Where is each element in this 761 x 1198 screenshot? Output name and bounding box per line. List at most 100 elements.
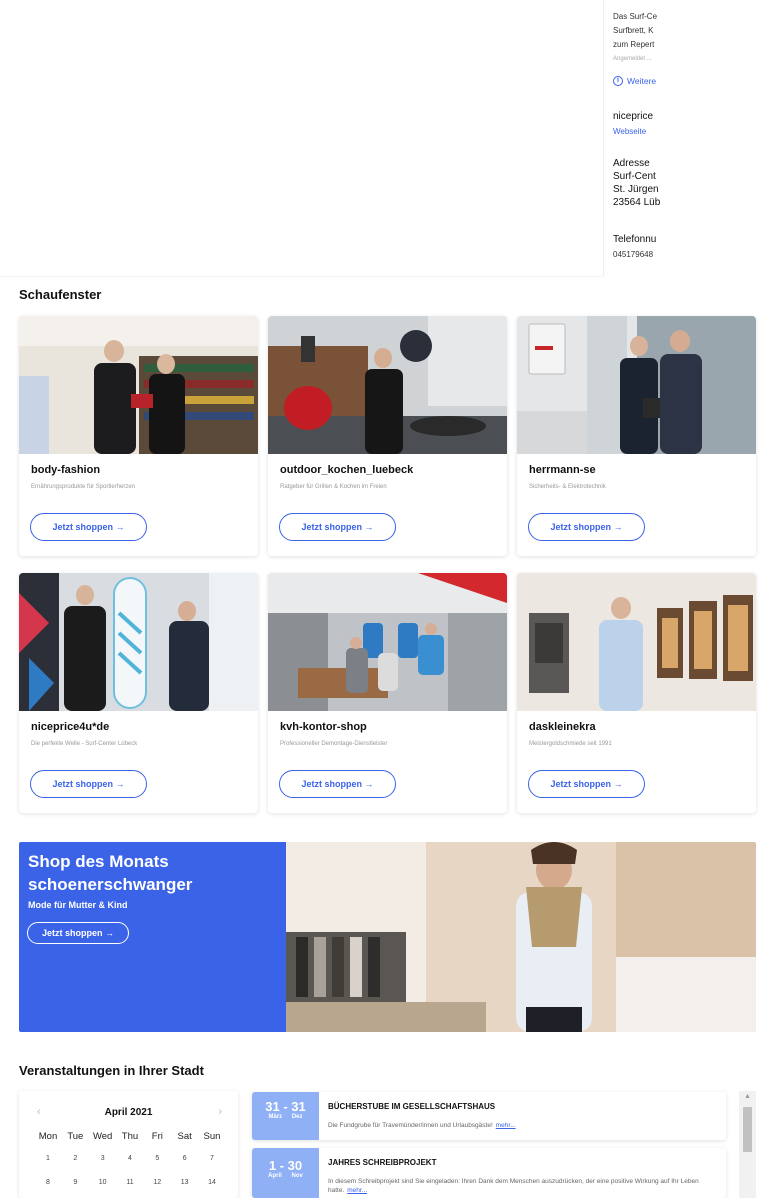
calendar-day[interactable]: 10 — [90, 1179, 116, 1186]
weekday-label: Wed — [92, 1131, 113, 1142]
event-description-text: Die Fundgrube für Travemünder/innen und … — [328, 1122, 493, 1129]
weekday-label: Sun — [203, 1131, 221, 1142]
schaufenster-heading: Schaufenster — [19, 287, 102, 302]
events-scrollbar[interactable]: ▲ — [739, 1091, 756, 1198]
events-heading: Veranstaltungen in Ihrer Stadt — [19, 1063, 204, 1078]
event-description: Die Fundgrube für Travemünder/innen und … — [328, 1121, 718, 1130]
event-date-months: März Dez — [268, 1114, 303, 1120]
event-item[interactable]: 31 - 31 März Dez BÜCHERSTUBE IM GESELLSC… — [252, 1092, 726, 1140]
banner-photo — [286, 842, 756, 1032]
shop-card[interactable]: herrmann-se Sicherheits- & Elektrotechni… — [517, 316, 756, 556]
calendar-day[interactable]: 3 — [90, 1155, 116, 1162]
calendar-day[interactable]: 2 — [62, 1155, 88, 1162]
shop-now-button[interactable]: Jetzt shoppen → — [30, 513, 147, 541]
calendar-day[interactable]: 12 — [144, 1179, 170, 1186]
address-line: Surf-Cent — [613, 171, 656, 182]
shop-tagline: Ratgeber für Grillen & Kochen im Freien — [280, 484, 387, 490]
shop-photo — [517, 573, 756, 711]
banner-shop-now-button[interactable]: Jetzt shoppen → — [27, 922, 129, 944]
scrollbar-thumb[interactable] — [743, 1107, 752, 1152]
shop-description: Das Surf-Ce Surfbrett, K zum Repert — [613, 10, 657, 52]
calendar-next-button[interactable]: › — [218, 1106, 222, 1118]
event-date-range: 1 - 30 — [268, 1158, 303, 1173]
shop-photo — [268, 316, 507, 454]
calendar-day[interactable]: 11 — [117, 1179, 143, 1186]
shop-photo — [19, 573, 258, 711]
description-line: zum Repert — [613, 40, 655, 49]
event-calendar: ‹ April 2021 › Mon Tue Wed Thu Fri Sat S… — [19, 1091, 238, 1198]
event-date-months: April Nov — [268, 1173, 303, 1179]
weekday-label: Sat — [177, 1131, 192, 1142]
weekday-label: Mon — [38, 1131, 58, 1142]
shop-card[interactable]: body-fashion Ernährungsprodukte für Spor… — [19, 316, 258, 556]
shop-name: niceprice — [613, 111, 654, 122]
shop-now-button[interactable]: Jetzt shoppen → — [528, 513, 645, 541]
shop-name[interactable]: body-fashion — [31, 464, 100, 476]
event-description: In diesem Schreibprojekt sind Sie eingel… — [328, 1177, 718, 1195]
shop-card[interactable]: niceprice4u*de Die perfekte Welle - Surf… — [19, 573, 258, 813]
shop-card[interactable]: outdoor_kochen_luebeck Ratgeber für Gril… — [268, 316, 507, 556]
phone-number[interactable]: 045179648 — [613, 250, 653, 259]
calendar-month: April 2021 — [104, 1107, 153, 1118]
event-title[interactable]: BÜCHERSTUBE IM GESELLSCHAFTSHAUS — [328, 1102, 495, 1111]
banner-text-panel: Shop des Monats schoenerschwanger Mode f… — [19, 842, 286, 1032]
address-line: St. Jürgen — [613, 184, 659, 195]
banner-title: Shop des Monats — [28, 852, 169, 871]
address-line: 23564 Lüb — [613, 197, 661, 208]
calendar-day[interactable]: 8 — [35, 1179, 61, 1186]
description-line: Surfbrett, K — [613, 26, 654, 35]
event-more-link[interactable]: mehr... — [347, 1187, 367, 1194]
event-item[interactable]: 1 - 30 April Nov JAHRES SCHREIBPROJEKT I… — [252, 1148, 726, 1198]
banner-subtitle: Mode für Mutter & Kind — [28, 900, 128, 910]
address-block: Adresse Surf-Cent St. Jürgen 23564 Lüb — [613, 157, 660, 209]
shop-name[interactable]: daskleinekra — [529, 721, 596, 733]
shop-card[interactable]: kvh-kontor-shop Professioneller Demontag… — [268, 573, 507, 813]
more-info-label: Weitere — [627, 76, 657, 86]
address-label: Adresse — [613, 158, 650, 169]
shop-of-the-month-banner[interactable]: Shop des Monats schoenerschwanger Mode f… — [19, 842, 756, 1032]
shop-tagline: Die perfekte Welle - Surf-Center Lübeck — [31, 741, 138, 747]
event-title[interactable]: JAHRES SCHREIBPROJEKT — [328, 1158, 436, 1167]
event-date-badge: 1 - 30 April Nov — [252, 1148, 319, 1198]
shop-now-button[interactable]: Jetzt shoppen → — [279, 513, 396, 541]
scroll-up-icon[interactable]: ▲ — [739, 1093, 756, 1100]
calendar-day[interactable]: 4 — [117, 1155, 143, 1162]
calendar-day[interactable]: 14 — [199, 1179, 225, 1186]
event-date-badge: 31 - 31 März Dez — [252, 1092, 319, 1140]
calendar-day[interactable]: 5 — [144, 1155, 170, 1162]
shop-photo — [517, 316, 756, 454]
shop-now-button[interactable]: Jetzt shoppen → — [279, 770, 396, 798]
weekday-label: Fri — [151, 1131, 163, 1142]
shop-tagline: Professioneller Demontage-Dienstleister — [280, 741, 388, 747]
shop-card[interactable]: daskleinekra Meistergoldschmiede seit 19… — [517, 573, 756, 813]
calendar-day[interactable]: 9 — [62, 1179, 88, 1186]
calendar-weekday-row: Mon Tue Wed Thu Fri Sat Sun — [35, 1131, 225, 1142]
calendar-day[interactable]: 6 — [172, 1155, 198, 1162]
more-info-link[interactable]: i Weitere — [613, 76, 656, 86]
shop-now-button[interactable]: Jetzt shoppen → — [528, 770, 645, 798]
calendar-day[interactable]: 13 — [172, 1179, 198, 1186]
calendar-day[interactable]: 1 — [35, 1155, 61, 1162]
shop-photo — [19, 316, 258, 454]
calendar-week-row: 8 9 10 11 12 13 14 — [35, 1179, 225, 1186]
banner-shop-name[interactable]: schoenerschwanger — [28, 875, 192, 895]
shop-tagline: Ernährungsprodukte für Sportlerherzen — [31, 484, 136, 490]
event-more-link[interactable]: mehr... — [496, 1122, 516, 1129]
weekday-label: Tue — [67, 1131, 84, 1142]
registered-meta: Angemeldet ... — [613, 56, 652, 62]
shop-tagline: Meistergoldschmiede seit 1991 — [529, 741, 612, 747]
event-description-text: In diesem Schreibprojekt sind Sie eingel… — [328, 1178, 699, 1194]
shop-info-panel: Das Surf-Ce Surfbrett, K zum Repert Ange… — [603, 0, 761, 276]
shop-now-button[interactable]: Jetzt shoppen → — [30, 770, 147, 798]
calendar-week-row: 1 2 3 4 5 6 7 — [35, 1155, 225, 1162]
weekday-label: Thu — [121, 1131, 139, 1142]
section-divider — [0, 276, 603, 277]
shop-name[interactable]: kvh-kontor-shop — [280, 721, 367, 733]
description-line: Das Surf-Ce — [613, 12, 658, 21]
shop-photo — [268, 573, 507, 711]
shop-name[interactable]: herrmann-se — [529, 464, 596, 476]
website-link[interactable]: Webseite — [613, 127, 646, 136]
calendar-day[interactable]: 7 — [199, 1155, 225, 1162]
shop-name[interactable]: outdoor_kochen_luebeck — [280, 464, 413, 476]
shop-name[interactable]: niceprice4u*de — [31, 721, 109, 733]
